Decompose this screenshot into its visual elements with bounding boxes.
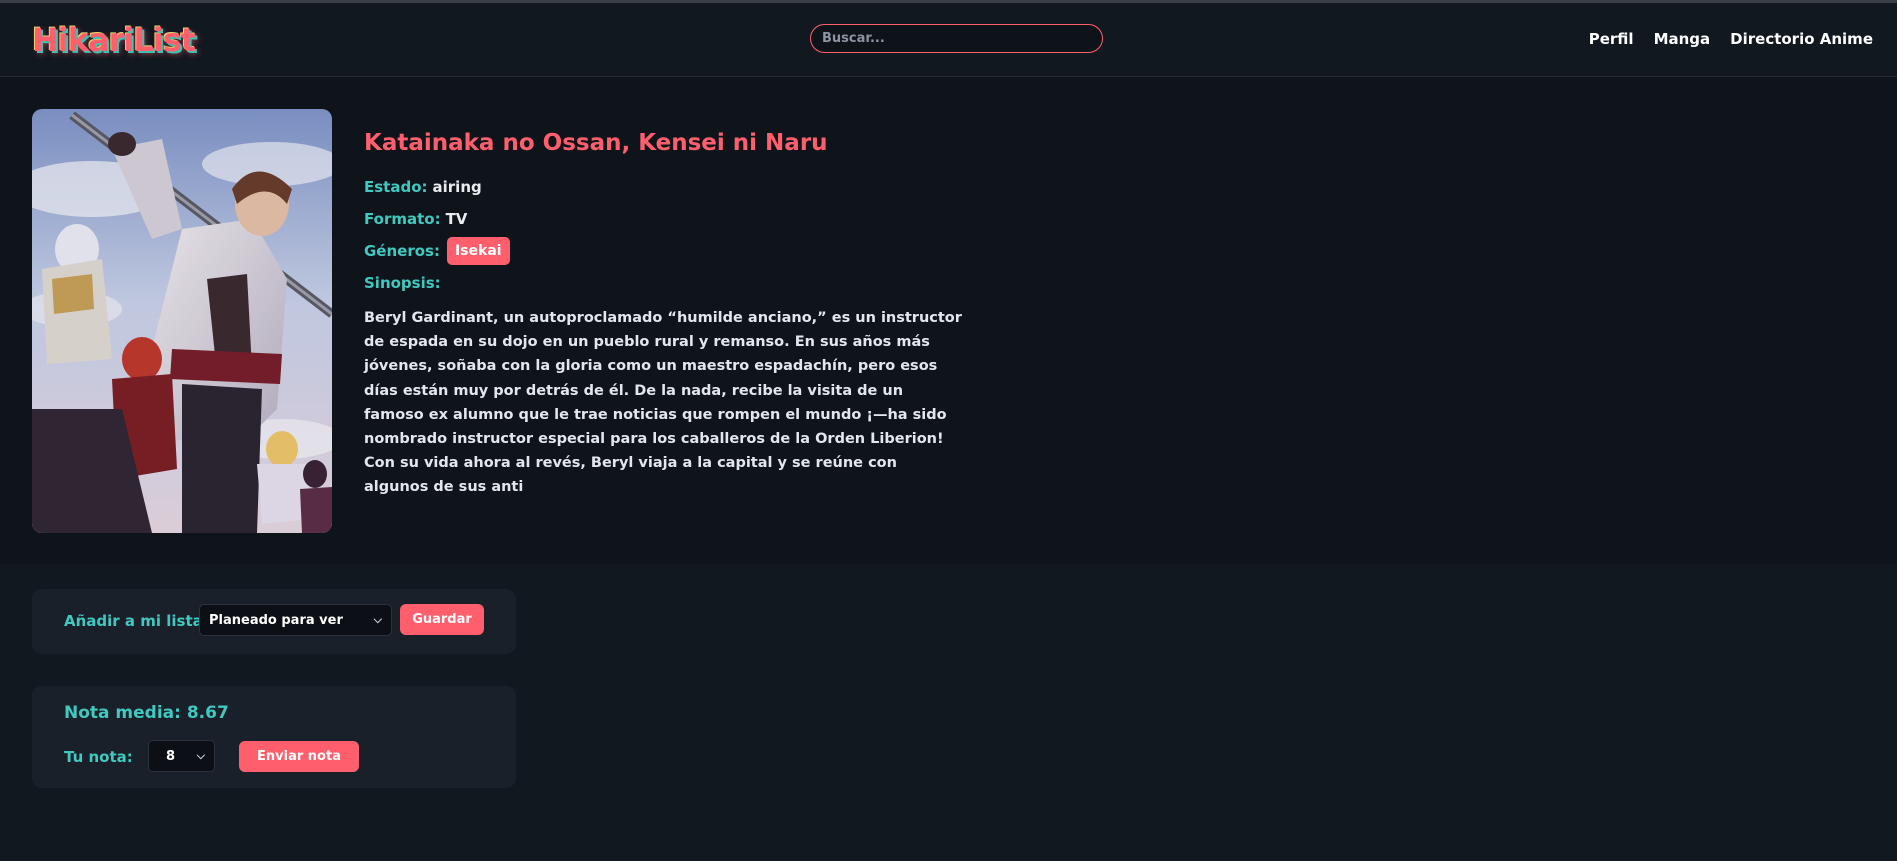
list-status-selected: Planeado para ver [209, 612, 343, 628]
average-score: Nota media: 8.67 [64, 703, 229, 723]
save-button[interactable]: Guardar [400, 604, 484, 635]
chevron-down-icon: ⌵ [196, 749, 205, 762]
status-value: airing [432, 178, 482, 196]
format-value: TV [445, 210, 468, 228]
main-nav: Perfil Manga Directorio Anime [1589, 30, 1873, 48]
status-row: Estado: airing [364, 178, 974, 196]
anime-detail: Katainaka no Ossan, Kensei ni Naru Estad… [0, 78, 1897, 564]
nav-link-directorio-anime[interactable]: Directorio Anime [1730, 30, 1873, 48]
site-logo[interactable]: HikariList [32, 21, 196, 59]
genres-label: Géneros: [364, 242, 440, 260]
nav-link-perfil[interactable]: Perfil [1589, 30, 1634, 48]
your-score-label: Tu nota: [64, 748, 133, 766]
navbar: HikariList Perfil Manga Directorio Anime [0, 3, 1897, 77]
chevron-down-icon: ⌵ [373, 613, 382, 626]
your-score-select[interactable]: 8 ⌵ [148, 740, 215, 772]
synopsis-text: Beryl Gardinant, un autoproclamado “humi… [364, 310, 962, 496]
synopsis-label: Sinopsis: [364, 274, 441, 292]
add-to-list-card: Añadir a mi lista: Planeado para ver ⌵ G… [32, 589, 516, 654]
anime-info: Katainaka no Ossan, Kensei ni Naru Estad… [364, 128, 974, 514]
format-row: Formato: TV [364, 210, 974, 228]
list-status-select[interactable]: Planeado para ver ⌵ [199, 604, 392, 636]
anime-title: Katainaka no Ossan, Kensei ni Naru [364, 130, 828, 156]
genre-badge[interactable]: Isekai [446, 237, 510, 265]
submit-score-button[interactable]: Enviar nota [239, 741, 359, 772]
your-score-selected: 8 [166, 748, 176, 764]
rating-card: Nota media: 8.67 Tu nota: 8 ⌵ Enviar not… [32, 686, 516, 788]
genres-row: Géneros: Isekai [364, 237, 974, 265]
nav-link-manga[interactable]: Manga [1654, 30, 1711, 48]
add-to-list-label: Añadir a mi lista: [64, 612, 209, 630]
anime-cover-image [32, 109, 332, 533]
status-label: Estado: [364, 178, 428, 196]
user-actions: Añadir a mi lista: Planeado para ver ⌵ G… [0, 564, 1897, 861]
synopsis-row: Sinopsis: [364, 274, 974, 292]
format-label: Formato: [364, 210, 441, 228]
search-input[interactable] [810, 24, 1103, 53]
